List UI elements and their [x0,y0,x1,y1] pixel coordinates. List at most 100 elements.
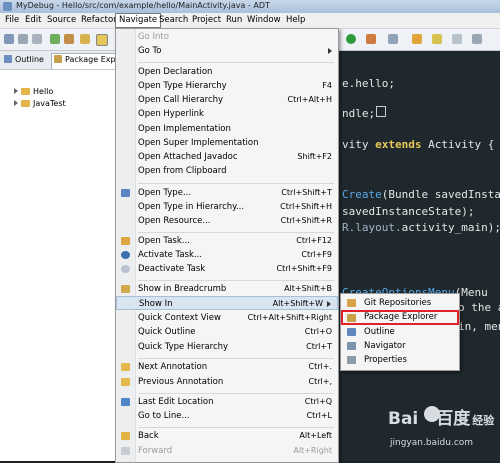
next-annotation-icon [121,363,130,371]
menu-run[interactable]: Run [223,14,245,26]
menu-item-open-attached-javadoc[interactable]: Open Attached Javadoc Shift+F2 [116,150,338,164]
lint-icon[interactable] [80,34,90,44]
menu-item-open-super-implementation[interactable]: Open Super Implementation [116,136,338,150]
menu-source[interactable]: Source [44,14,79,26]
menu-separator [138,280,334,281]
menu-item-open-type-hierarchy[interactable]: Open Type Hierarchy F4 [116,79,338,93]
menu-item-back[interactable]: Back Alt+Left [116,429,338,443]
menu-item-shortcut: Ctrl+O [304,327,332,336]
external-tools-icon[interactable] [388,34,398,44]
submenu-item-properties[interactable]: Properties [341,353,459,367]
code-text: savedInstanceState); [342,205,475,218]
menu-item-label: Quick Outline [138,327,196,337]
menu-item-open-resource[interactable]: Open Resource... Ctrl+Shift+R [116,214,338,228]
toggle-mark-icon[interactable] [96,34,108,46]
menu-edit[interactable]: Edit [22,14,44,26]
avd-icon[interactable] [64,34,74,44]
menu-item-label: Deactivate Task [138,264,206,274]
menu-item-label: Open from Clipboard [138,166,227,176]
code-text: e.hello; [342,77,395,90]
tab-outline[interactable]: Outline [4,54,44,66]
tree-item-javatest[interactable]: JavaTest [14,98,66,109]
menu-item-quick-type-hierarchy[interactable]: Quick Type Hierarchy Ctrl+T [116,340,338,354]
menu-item-shortcut: Ctrl+F12 [296,236,332,245]
menu-file[interactable]: File [2,14,22,26]
menu-item-open-from-clipboard[interactable]: Open from Clipboard [116,164,338,178]
submenu-item-label: Outline [364,327,395,337]
menu-item-open-hyperlink[interactable]: Open Hyperlink [116,107,338,121]
menu-bar: File Edit Source Refactor Navigate Searc… [0,13,500,29]
menu-item-last-edit-location[interactable]: Last Edit Location Ctrl+Q [116,395,338,409]
menu-item-label: Next Annotation [138,362,208,372]
run-icon[interactable] [346,34,356,44]
submenu-item-label: Navigator [364,341,406,351]
menu-item-label: Last Edit Location [138,397,214,407]
new-icon[interactable] [4,34,14,44]
tree-item-label: Hello [33,87,54,96]
menu-separator [138,393,334,394]
menu-item-activate-task[interactable]: Activate Task... Ctrl+F9 [116,248,338,262]
menu-search[interactable]: Search [156,14,191,26]
tree-item-hello[interactable]: Hello [14,86,53,97]
menu-item-forward[interactable]: Forward Alt+Right [116,444,338,458]
menu-navigate[interactable]: Navigate [115,13,162,28]
submenu-item-navigator[interactable]: Navigator [341,339,459,353]
menu-help[interactable]: Help [283,14,308,26]
menu-item-go-to-line[interactable]: Go to Line... Ctrl+L [116,409,338,423]
menu-item-label: Back [138,431,159,441]
menu-project[interactable]: Project [189,14,224,26]
search-icon[interactable] [412,34,422,44]
annotation-icon[interactable] [432,34,442,44]
code-line: ndle; [342,106,387,120]
menu-item-open-task[interactable]: Open Task... Ctrl+F12 [116,234,338,248]
menu-refactor[interactable]: Refactor [78,14,120,26]
menu-item-go-to[interactable]: Go To [116,44,338,58]
menu-item-shortcut: Ctrl+T [306,342,332,351]
project-folder-icon [21,88,30,95]
menu-item-label: Open Attached Javadoc [138,152,238,162]
menu-separator [138,358,334,359]
submenu-item-git-repositories[interactable]: Git Repositories [341,296,459,310]
submenu-item-label: Properties [364,355,407,365]
menu-item-open-type[interactable]: Open Type... Ctrl+Shift+T [116,186,338,200]
code-line: e.hello; [342,77,395,90]
submenu-item-package-explorer[interactable]: Package Explorer [341,310,459,325]
menu-item-next-annotation[interactable]: Next Annotation Ctrl+. [116,360,338,374]
code-text: vity [342,138,376,151]
menu-item-show-in-breadcrumb[interactable]: Show in Breadcrumb Alt+Shift+B [116,282,338,296]
submenu-item-outline[interactable]: Outline [341,325,459,339]
menu-item-open-implementation[interactable]: Open Implementation [116,122,338,136]
menu-item-quick-context-view[interactable]: Quick Context View Ctrl+Alt+Shift+Right [116,311,338,325]
menu-item-label: Open Type... [138,188,192,198]
menu-separator [138,232,334,233]
menu-item-shortcut: Ctrl+Shift+H [280,202,332,211]
menu-item-show-in[interactable]: Show In Alt+Shift+W [116,296,338,310]
menu-item-open-call-hierarchy[interactable]: Open Call Hierarchy Ctrl+Alt+H [116,93,338,107]
save-icon[interactable] [18,34,28,44]
paw-mark-icon [424,406,440,422]
menu-item-previous-annotation[interactable]: Previous Annotation Ctrl+, [116,375,338,389]
menu-item-quick-outline[interactable]: Quick Outline Ctrl+O [116,325,338,339]
package-explorer-view [0,51,118,461]
back-icon[interactable] [472,34,482,44]
menu-item-shortcut: Alt+Left [299,431,332,440]
menu-item-open-declaration[interactable]: Open Declaration [116,65,338,79]
print-icon[interactable] [32,34,42,44]
expand-icon[interactable] [14,100,18,106]
menu-item-label: Open Call Hierarchy [138,95,224,105]
menu-item-go-into[interactable]: Go Into [116,30,338,44]
expand-icon[interactable] [14,88,18,94]
debug-icon[interactable] [366,34,376,44]
menu-window[interactable]: Window [244,14,284,26]
menu-item-shortcut: Alt+Shift+B [284,284,332,293]
menu-item-open-type-in-hierarchy[interactable]: Open Type in Hierarchy... Ctrl+Shift+H [116,200,338,214]
android-sdk-icon[interactable] [50,34,60,44]
code-keyword: extends [375,138,422,151]
code-text: ndle; [342,107,376,120]
forward-icon[interactable] [452,34,462,44]
submenu-item-label: Package Explorer [364,312,438,322]
menu-item-shortcut: Shift+F2 [297,152,332,161]
menu-item-deactivate-task[interactable]: Deactivate Task Ctrl+Shift+F9 [116,262,338,276]
package-explorer-icon [54,55,62,63]
menu-item-label: Open Type in Hierarchy... [138,202,245,212]
